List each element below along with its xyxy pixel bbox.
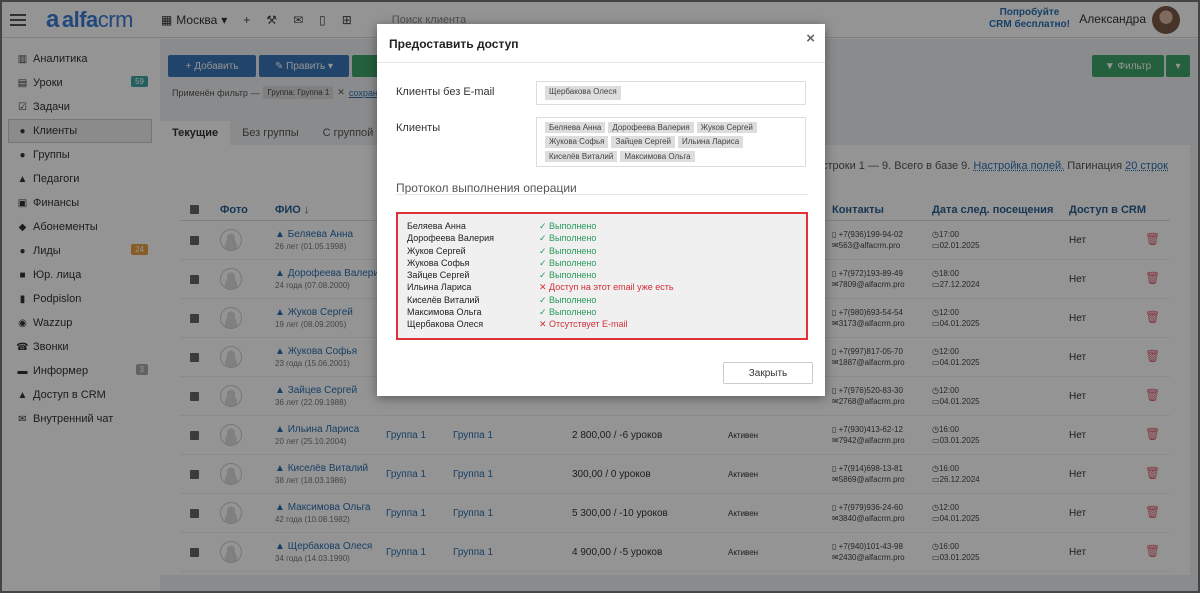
app-window: a alfa crm ▦ Москва ▾ + ⚒ ✉ ▯ ⊞ Поиск клие… — [0, 0, 1200, 593]
log-status-text: Выполнено — [549, 245, 597, 256]
check-icon: ✓ — [539, 307, 550, 318]
log-client-name: Дорофеева Валерия — [407, 233, 494, 244]
protocol-divider — [396, 194, 808, 195]
close-button[interactable]: Закрыть — [723, 362, 813, 384]
log-client-name: Ильина Лариса — [407, 282, 472, 293]
log-status: ✕ Отсутствует E-mail — [539, 319, 628, 330]
operation-log: Беляева Анна ✓ Выполнено Дорофеева Валерия… — [396, 212, 808, 340]
close-icon[interactable]: × — [806, 30, 815, 47]
log-row: Жукова Софья ✓ Выполнено — [407, 258, 806, 270]
log-status-text: Отсутствует E-mail — [549, 319, 628, 330]
log-row: Жуков Сергей ✓ Выполнено — [407, 246, 806, 258]
protocol-heading: Протокол выполнения операции — [396, 181, 577, 195]
no-email-label: Клиенты без E-mail — [396, 86, 495, 98]
log-status: ✓ Выполнено — [539, 233, 596, 244]
log-client-name: Максимова Ольга — [407, 307, 482, 318]
log-status: ✓ Выполнено — [539, 295, 596, 306]
log-status: ✓ Выполнено — [539, 270, 596, 281]
check-icon: ✓ — [539, 270, 550, 281]
log-row: Дорофеева Валерия ✓ Выполнено — [407, 233, 806, 245]
client-tag[interactable]: Зайцев Сергей — [611, 136, 675, 148]
log-status-text: Выполнено — [549, 233, 597, 244]
modal-divider — [377, 62, 825, 63]
check-icon: ✓ — [539, 221, 550, 231]
log-row: Беляева Анна ✓ Выполнено — [407, 221, 806, 233]
log-client-name: Зайцев Сергей — [407, 270, 470, 281]
log-status: ✓ Выполнено — [539, 258, 596, 269]
log-status: ✓ Выполнено — [539, 246, 596, 257]
log-status-text: Выполнено — [549, 221, 597, 231]
log-client-name: Киселёв Виталий — [407, 294, 480, 305]
check-icon: ✓ — [539, 245, 550, 256]
log-status: ✕ Доступ на этот email уже есть — [539, 282, 674, 293]
cross-icon: ✕ — [539, 282, 550, 293]
client-tag[interactable]: Киселёв Виталий — [545, 150, 618, 162]
log-client-name: Жукова Софья — [407, 257, 470, 268]
log-row: Зайцев Сергей ✓ Выполнено — [407, 270, 806, 282]
cross-icon: ✕ — [539, 319, 550, 330]
check-icon: ✓ — [539, 257, 550, 268]
client-tag[interactable]: Жукова Софья — [545, 136, 609, 148]
log-status-text: Выполнено — [549, 294, 597, 305]
log-row: Щербакова Олеся ✕ Отсутствует E-mail — [407, 319, 806, 331]
log-status-text: Выполнено — [549, 270, 597, 281]
log-status-text: Выполнено — [549, 257, 597, 268]
check-icon: ✓ — [539, 294, 550, 305]
client-tag[interactable]: Ильина Лариса — [677, 136, 744, 148]
no-email-field[interactable]: Щербакова Олеся — [536, 81, 806, 105]
log-status: ✓ Выполнено — [539, 221, 596, 232]
client-tag[interactable]: Дорофеева Валерия — [608, 122, 694, 134]
log-status-text: Доступ на этот email уже есть — [549, 282, 674, 293]
log-row: Максимова Ольга ✓ Выполнено — [407, 307, 806, 319]
log-client-name: Жуков Сергей — [407, 245, 466, 256]
check-icon: ✓ — [539, 233, 550, 244]
log-status-text: Выполнено — [549, 307, 597, 318]
client-tag[interactable]: Максимова Ольга — [620, 150, 695, 162]
grant-access-modal: Предоставить доступ × Клиенты без E-mail… — [377, 24, 825, 396]
log-client-name: Щербакова Олеся — [407, 319, 484, 330]
log-client-name: Беляева Анна — [407, 221, 466, 231]
log-status: ✓ Выполнено — [539, 307, 596, 318]
clients-field[interactable]: Беляева Анна Дорофеева Валерия Жуков Серге… — [536, 117, 806, 167]
client-tag[interactable]: Щербакова Олеся — [545, 86, 621, 100]
log-row: Киселёв Виталий ✓ Выполнено — [407, 295, 806, 307]
modal-title: Предоставить доступ — [389, 37, 519, 51]
clients-label: Клиенты — [396, 122, 441, 134]
log-row: Ильина Лариса ✕ Доступ на этот email уже … — [407, 282, 806, 294]
client-tag[interactable]: Беляева Анна — [545, 122, 606, 134]
client-tag[interactable]: Жуков Сергей — [696, 122, 757, 134]
